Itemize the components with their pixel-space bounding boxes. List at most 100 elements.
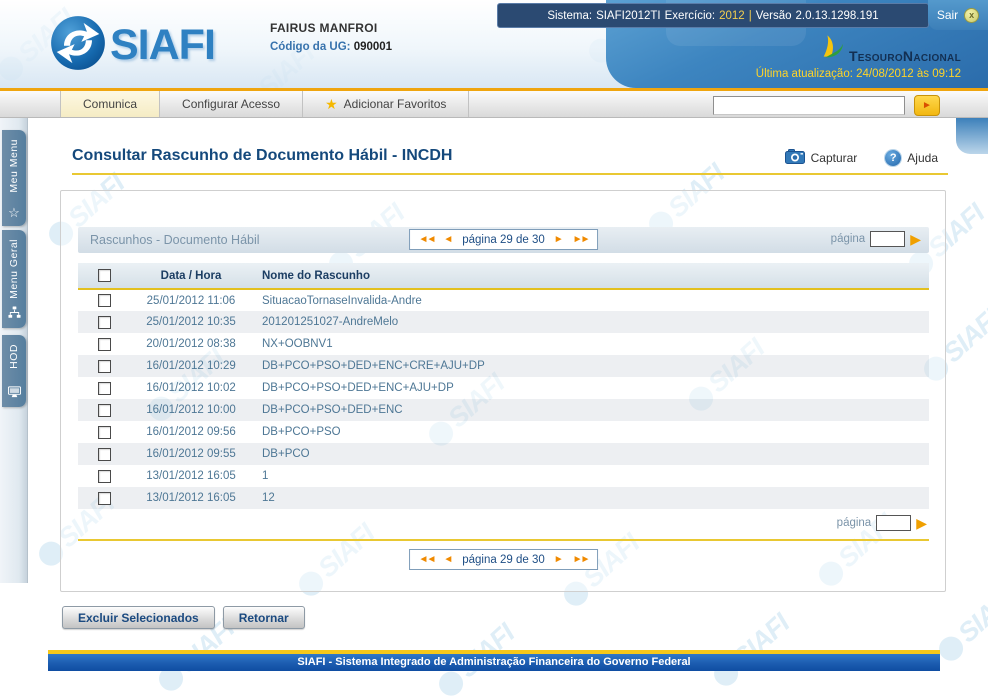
footer-text: SIAFI - Sistema Integrado de Administraç… <box>48 654 940 671</box>
sidebar-item-menu-geral[interactable]: Menu Geral <box>2 230 26 328</box>
column-header-name: Nome do Rascunho <box>252 263 929 289</box>
column-header-datetime: Data / Hora <box>130 263 252 289</box>
row-checkbox[interactable] <box>98 426 111 439</box>
table-row[interactable]: 20/01/2012 08:38 NX+OOBNV1 <box>78 333 929 355</box>
action-buttons: Excluir Selecionados Retornar <box>62 606 305 629</box>
row-datetime: 16/01/2012 09:56 <box>130 421 252 443</box>
header: SIAFI FAIRUS MANFROI Código da UG: 09000… <box>0 0 988 88</box>
table-caption: Rascunhos - Documento Hábil <box>90 233 260 247</box>
page-indicator: página 29 de 30 <box>462 234 545 246</box>
row-checkbox[interactable] <box>98 382 111 395</box>
page-jump-input[interactable] <box>876 515 911 531</box>
pagination-bottom: ◄◄ ◄ página 29 de 30 ► ►► <box>409 549 599 570</box>
table-row[interactable]: 25/01/2012 11:06 SituacaoTornaseInvalida… <box>78 289 929 311</box>
left-sidebar: Meu Menu ☆ Menu Geral HOD <box>0 118 28 583</box>
select-all-checkbox[interactable] <box>98 269 111 282</box>
monitor-icon <box>8 386 21 400</box>
row-checkbox[interactable] <box>98 294 111 307</box>
prev-page-icon[interactable]: ◄ <box>443 554 453 565</box>
excluir-selecionados-button[interactable]: Excluir Selecionados <box>62 606 215 629</box>
sair-button[interactable]: Sair x <box>928 0 988 30</box>
first-page-icon[interactable]: ◄◄ <box>419 554 435 565</box>
tab-adicionar-favoritos[interactable]: ★ Adicionar Favoritos <box>303 91 469 117</box>
row-checkbox[interactable] <box>98 448 111 461</box>
tab-configurar-acesso[interactable]: Configurar Acesso <box>160 91 303 117</box>
tesouro-figure-icon <box>820 32 844 64</box>
pagination-top: ◄◄ ◄ página 29 de 30 ► ►► <box>409 229 599 250</box>
row-name: 201201251027-AndreMelo <box>252 311 929 333</box>
results-panel: Rascunhos - Documento Hábil ◄◄ ◄ página … <box>60 190 946 592</box>
help-button[interactable]: ? Ajuda <box>885 150 938 166</box>
tesouro-brand-text: TesouroNacional <box>849 48 961 64</box>
first-page-icon[interactable]: ◄◄ <box>419 234 435 245</box>
page-jump-go-icon[interactable]: ▶ <box>916 516 927 530</box>
row-datetime: 16/01/2012 10:02 <box>130 377 252 399</box>
row-name: 12 <box>252 487 929 509</box>
version-value: 2.0.13.1298.191 <box>796 10 879 22</box>
user-block: FAIRUS MANFROI Código da UG: 090001 <box>270 21 392 53</box>
table-row[interactable]: 25/01/2012 10:35 201201251027-AndreMelo <box>78 311 929 333</box>
table-caption-bar: Rascunhos - Documento Hábil ◄◄ ◄ página … <box>78 227 929 253</box>
star-icon: ★ <box>325 96 338 113</box>
page-jump-bottom: página ▶ <box>837 515 927 531</box>
capture-label: Capturar <box>811 151 858 165</box>
last-page-icon[interactable]: ►► <box>573 554 589 565</box>
siafi-logo: SIAFI <box>50 15 215 76</box>
siafi-logo-text: SIAFI <box>110 21 215 70</box>
retornar-button[interactable]: Retornar <box>223 606 305 629</box>
tab-label: Comunica <box>83 97 137 111</box>
user-name: FAIRUS MANFROI <box>270 21 392 35</box>
row-name: DB+PCO+PSO+DED+ENC <box>252 399 929 421</box>
sidebar-item-label: HOD <box>8 344 20 369</box>
title-underline <box>72 173 948 175</box>
row-datetime: 16/01/2012 09:55 <box>130 443 252 465</box>
table-row[interactable]: 16/01/2012 09:55 DB+PCO <box>78 443 929 465</box>
star-icon: ☆ <box>8 206 20 219</box>
row-checkbox[interactable] <box>98 470 111 483</box>
tab-comunica[interactable]: Comunica <box>60 91 160 117</box>
sidebar-item-label: Menu Geral <box>8 239 20 299</box>
last-page-icon[interactable]: ►► <box>573 234 589 245</box>
system-info-bar: Sistema: SIAFI2012TI Exercício: 2012| Ve… <box>497 3 929 28</box>
search-go-button[interactable]: ► <box>914 95 940 116</box>
row-checkbox[interactable] <box>98 316 111 329</box>
row-datetime: 13/01/2012 16:05 <box>130 487 252 509</box>
table-row[interactable]: 16/01/2012 09:56 DB+PCO+PSO <box>78 421 929 443</box>
close-icon[interactable]: x <box>964 8 979 23</box>
page-jump-go-icon[interactable]: ▶ <box>910 232 921 246</box>
sidebar-item-meu-menu[interactable]: Meu Menu ☆ <box>2 130 26 226</box>
page-indicator: página 29 de 30 <box>462 554 545 566</box>
row-checkbox[interactable] <box>98 492 111 505</box>
page-jump-bottom-row: página ▶ <box>78 509 929 539</box>
next-page-icon[interactable]: ► <box>554 554 564 565</box>
page-jump-input[interactable] <box>870 231 905 247</box>
separator: | <box>749 10 752 22</box>
row-datetime: 20/01/2012 08:38 <box>130 333 252 355</box>
row-name: DB+PCO+PSO <box>252 421 929 443</box>
row-name: NX+OOBNV1 <box>252 333 929 355</box>
table-row[interactable]: 13/01/2012 16:05 12 <box>78 487 929 509</box>
row-checkbox[interactable] <box>98 404 111 417</box>
next-page-icon[interactable]: ► <box>554 234 564 245</box>
help-label: Ajuda <box>907 151 938 165</box>
ug-label: Código da UG: <box>270 41 351 53</box>
table-body: 25/01/2012 11:06 SituacaoTornaseInvalida… <box>78 289 929 509</box>
row-checkbox[interactable] <box>98 338 111 351</box>
system-label: Sistema: <box>547 10 592 22</box>
tab-label: Adicionar Favoritos <box>344 97 447 111</box>
row-checkbox[interactable] <box>98 360 111 373</box>
search-input[interactable] <box>713 96 905 115</box>
table-row[interactable]: 16/01/2012 10:29 DB+PCO+PSO+DED+ENC+CRE+… <box>78 355 929 377</box>
row-datetime: 16/01/2012 10:00 <box>130 399 252 421</box>
row-datetime: 25/01/2012 11:06 <box>130 289 252 311</box>
pagination-bottom-row: ◄◄ ◄ página 29 de 30 ► ►► <box>78 541 929 575</box>
row-name: 1 <box>252 465 929 487</box>
prev-page-icon[interactable]: ◄ <box>443 234 453 245</box>
table-row[interactable]: 16/01/2012 10:02 DB+PCO+PSO+DED+ENC+AJU+… <box>78 377 929 399</box>
table-row[interactable]: 13/01/2012 16:05 1 <box>78 465 929 487</box>
row-datetime: 16/01/2012 10:29 <box>130 355 252 377</box>
sidebar-item-hod[interactable]: HOD <box>2 335 26 407</box>
camera-icon <box>785 149 805 167</box>
table-row[interactable]: 16/01/2012 10:00 DB+PCO+PSO+DED+ENC <box>78 399 929 421</box>
capture-button[interactable]: Capturar <box>785 149 858 167</box>
